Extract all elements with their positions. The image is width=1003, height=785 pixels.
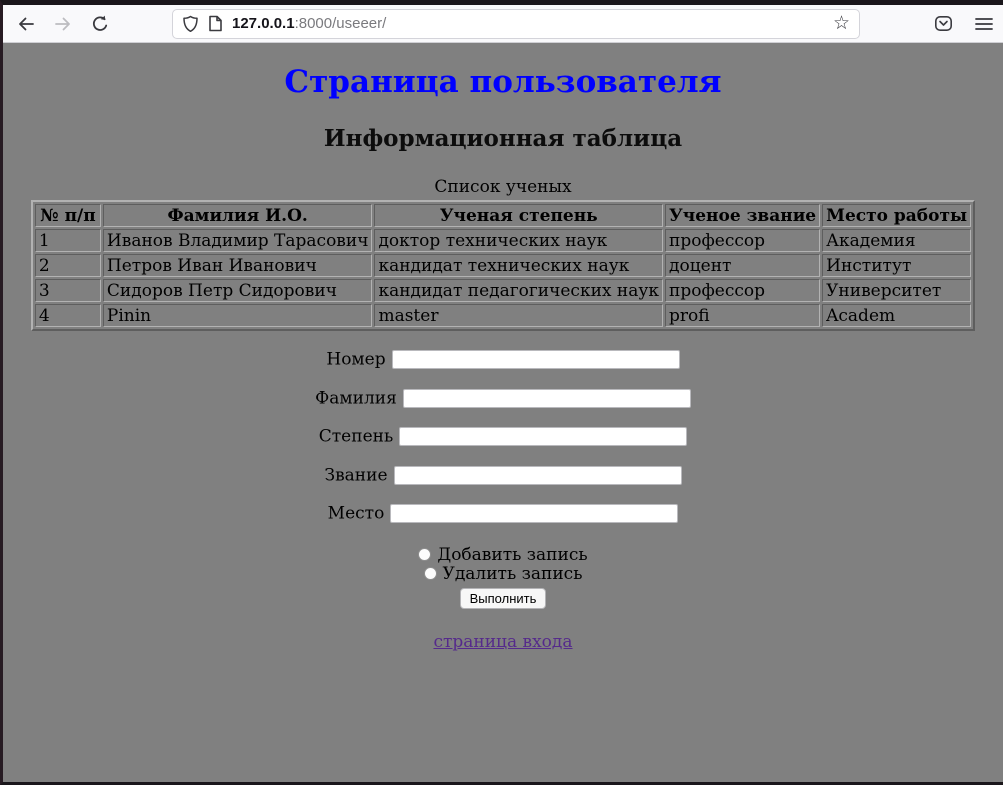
cell-name: Петров Иван Иванович xyxy=(103,254,373,277)
cell-name: Сидоров Петр Сидорович xyxy=(103,279,373,302)
scientists-table: № п/п Фамилия И.О. Ученая степень Ученое… xyxy=(31,200,975,331)
cell-degree: доктор технических наук xyxy=(374,229,663,252)
bookmark-star-icon[interactable]: ☆ xyxy=(833,14,850,33)
add-record-radio[interactable] xyxy=(418,548,431,561)
menu-hamburger-icon[interactable] xyxy=(975,17,993,31)
col-header-degree: Ученая степень xyxy=(374,204,663,227)
surname-input[interactable] xyxy=(403,389,691,408)
page-title: Страница пользователя xyxy=(3,64,1003,100)
col-header-workplace: Место работы xyxy=(822,204,971,227)
cell-rank: профессор xyxy=(665,279,820,302)
number-input[interactable] xyxy=(392,350,680,369)
place-label: Место xyxy=(328,504,385,524)
col-header-number: № п/п xyxy=(35,204,101,227)
cell-number: 4 xyxy=(35,304,101,327)
page-info-icon[interactable] xyxy=(208,15,223,32)
cell-workplace: Академия xyxy=(822,229,971,252)
url-text[interactable]: 127.0.0.1:8000/useeer/ xyxy=(232,15,386,32)
cell-workplace: Университет xyxy=(822,279,971,302)
form-line-place: Место xyxy=(3,503,1003,524)
place-input[interactable] xyxy=(390,504,678,523)
table-caption: Список ученых xyxy=(3,177,1003,197)
browser-window: 127.0.0.1:8000/useeer/ ☆ Страница пользо… xyxy=(0,0,1003,785)
degree-input[interactable] xyxy=(399,427,687,446)
url-bar[interactable]: 127.0.0.1:8000/useeer/ ☆ xyxy=(172,9,860,39)
cell-rank: профессор xyxy=(665,229,820,252)
add-record-label: Добавить запись xyxy=(437,545,587,565)
action-radio-group: Добавить запись Удалить запись xyxy=(3,546,1003,584)
back-arrow-icon xyxy=(16,14,36,34)
forward-arrow-icon xyxy=(53,14,73,34)
rank-label: Звание xyxy=(324,465,387,485)
url-path: :8000/useeer/ xyxy=(295,15,387,32)
form-line-number: Номер xyxy=(3,349,1003,370)
table-row: 3 Сидоров Петр Сидорович кандидат педаго… xyxy=(35,279,971,302)
rank-input[interactable] xyxy=(394,466,682,485)
forward-button[interactable] xyxy=(52,13,74,35)
reload-icon xyxy=(90,14,110,34)
execute-button[interactable]: Выполнить xyxy=(460,588,547,609)
form-line-degree: Степень xyxy=(3,426,1003,447)
cell-degree: master xyxy=(374,304,663,327)
cell-degree: кандидат технических наук xyxy=(374,254,663,277)
table-row: 4 Pinin master profi Academ xyxy=(35,304,971,327)
surname-label: Фамилия xyxy=(315,388,397,408)
page-content: Страница пользователя Информационная таб… xyxy=(3,64,1003,652)
back-button[interactable] xyxy=(15,13,37,35)
table-header-row: № п/п Фамилия И.О. Ученая степень Ученое… xyxy=(35,204,971,227)
cell-number: 3 xyxy=(35,279,101,302)
login-page-link[interactable]: страница входа xyxy=(433,632,572,652)
cell-degree: кандидат педагогических наук xyxy=(374,279,663,302)
record-form: Номер Фамилия Степень Звание Место Добав… xyxy=(3,349,1003,609)
number-label: Номер xyxy=(326,350,385,370)
cell-workplace: Academ xyxy=(822,304,971,327)
cell-name: Pinin xyxy=(103,304,373,327)
form-line-rank: Звание xyxy=(3,465,1003,486)
login-link-row: страница входа xyxy=(3,632,1003,652)
shield-icon[interactable] xyxy=(182,15,199,33)
toolbar-right-icons xyxy=(912,14,993,33)
pocket-icon[interactable] xyxy=(934,14,953,33)
table-row: 2 Петров Иван Иванович кандидат техничес… xyxy=(35,254,971,277)
page-subtitle: Информационная таблица xyxy=(3,125,1003,152)
col-header-name: Фамилия И.О. xyxy=(103,204,373,227)
cell-rank: доцент xyxy=(665,254,820,277)
cell-number: 2 xyxy=(35,254,101,277)
delete-record-label: Удалить запись xyxy=(443,564,583,584)
cell-number: 1 xyxy=(35,229,101,252)
reload-button[interactable] xyxy=(89,13,111,35)
url-host: 127.0.0.1 xyxy=(232,15,295,32)
degree-label: Степень xyxy=(319,427,393,447)
col-header-rank: Ученое звание xyxy=(665,204,820,227)
cell-name: Иванов Владимир Тарасович xyxy=(103,229,373,252)
cell-workplace: Институт xyxy=(822,254,971,277)
table-row: 1 Иванов Владимир Тарасович доктор техни… xyxy=(35,229,971,252)
radio-line-delete: Удалить запись xyxy=(3,565,1003,584)
form-line-surname: Фамилия xyxy=(3,388,1003,409)
submit-row: Выполнить xyxy=(3,588,1003,609)
radio-line-add: Добавить запись xyxy=(3,546,1003,565)
cell-rank: profi xyxy=(665,304,820,327)
delete-record-radio[interactable] xyxy=(424,567,437,580)
browser-toolbar: 127.0.0.1:8000/useeer/ ☆ xyxy=(3,5,1003,43)
